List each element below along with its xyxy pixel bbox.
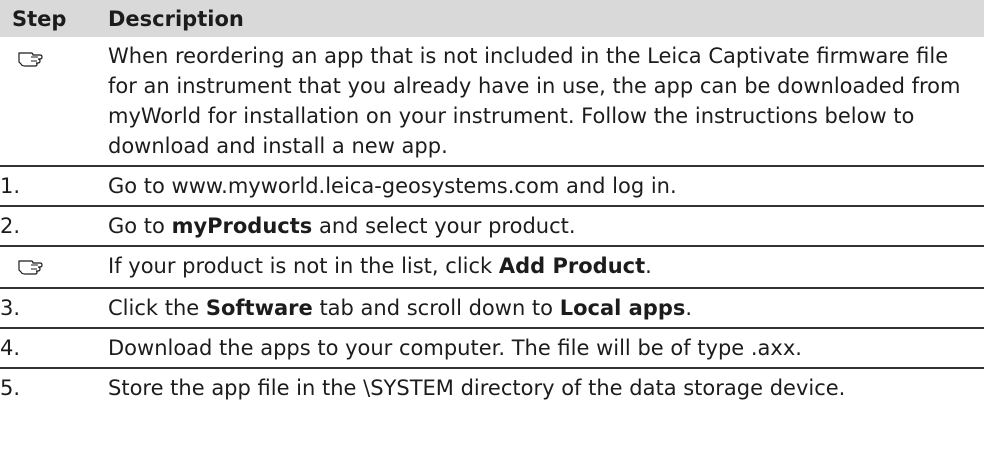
step-description: Store the app file in the \SYSTEM direct…	[108, 376, 846, 400]
table-row: When reordering an app that is not inclu…	[0, 37, 984, 167]
step-number: 2.	[0, 206, 108, 247]
step-cell	[0, 246, 108, 289]
step-description: Download the apps to your computer. The …	[108, 328, 984, 369]
table-row: 4. Download the apps to your computer. T…	[0, 328, 984, 369]
pointing-hand-icon	[18, 255, 44, 275]
step-number: 3.	[0, 288, 108, 329]
header-description: Description	[108, 0, 984, 37]
step-number: 5.	[0, 376, 21, 400]
step-description: Click the Software tab and scroll down t…	[108, 288, 984, 329]
step-number: 4.	[0, 328, 108, 369]
pointing-hand-icon	[18, 47, 44, 67]
table-header-row: Step Description	[0, 0, 984, 37]
step-description: Go to myProducts and select your product…	[108, 206, 984, 247]
note-description: If your product is not in the list, clic…	[108, 246, 984, 289]
note-description: When reordering an app that is not inclu…	[108, 37, 984, 167]
table-row: 1. Go to www.myworld.leica-geosystems.co…	[0, 166, 984, 207]
table-row: If your product is not in the list, clic…	[0, 246, 984, 289]
table-row: 2. Go to myProducts and select your prod…	[0, 206, 984, 247]
step-number: 1.	[0, 166, 108, 207]
step-description: Go to www.myworld.leica-geosystems.com a…	[108, 166, 984, 207]
step-cell	[0, 37, 108, 167]
table-row: 5. Store the app file in the \SYSTEM dir…	[0, 368, 984, 407]
table-row: 3. Click the Software tab and scroll dow…	[0, 288, 984, 329]
steps-table: Step Description When reordering an app …	[0, 0, 984, 407]
header-step: Step	[0, 0, 108, 37]
